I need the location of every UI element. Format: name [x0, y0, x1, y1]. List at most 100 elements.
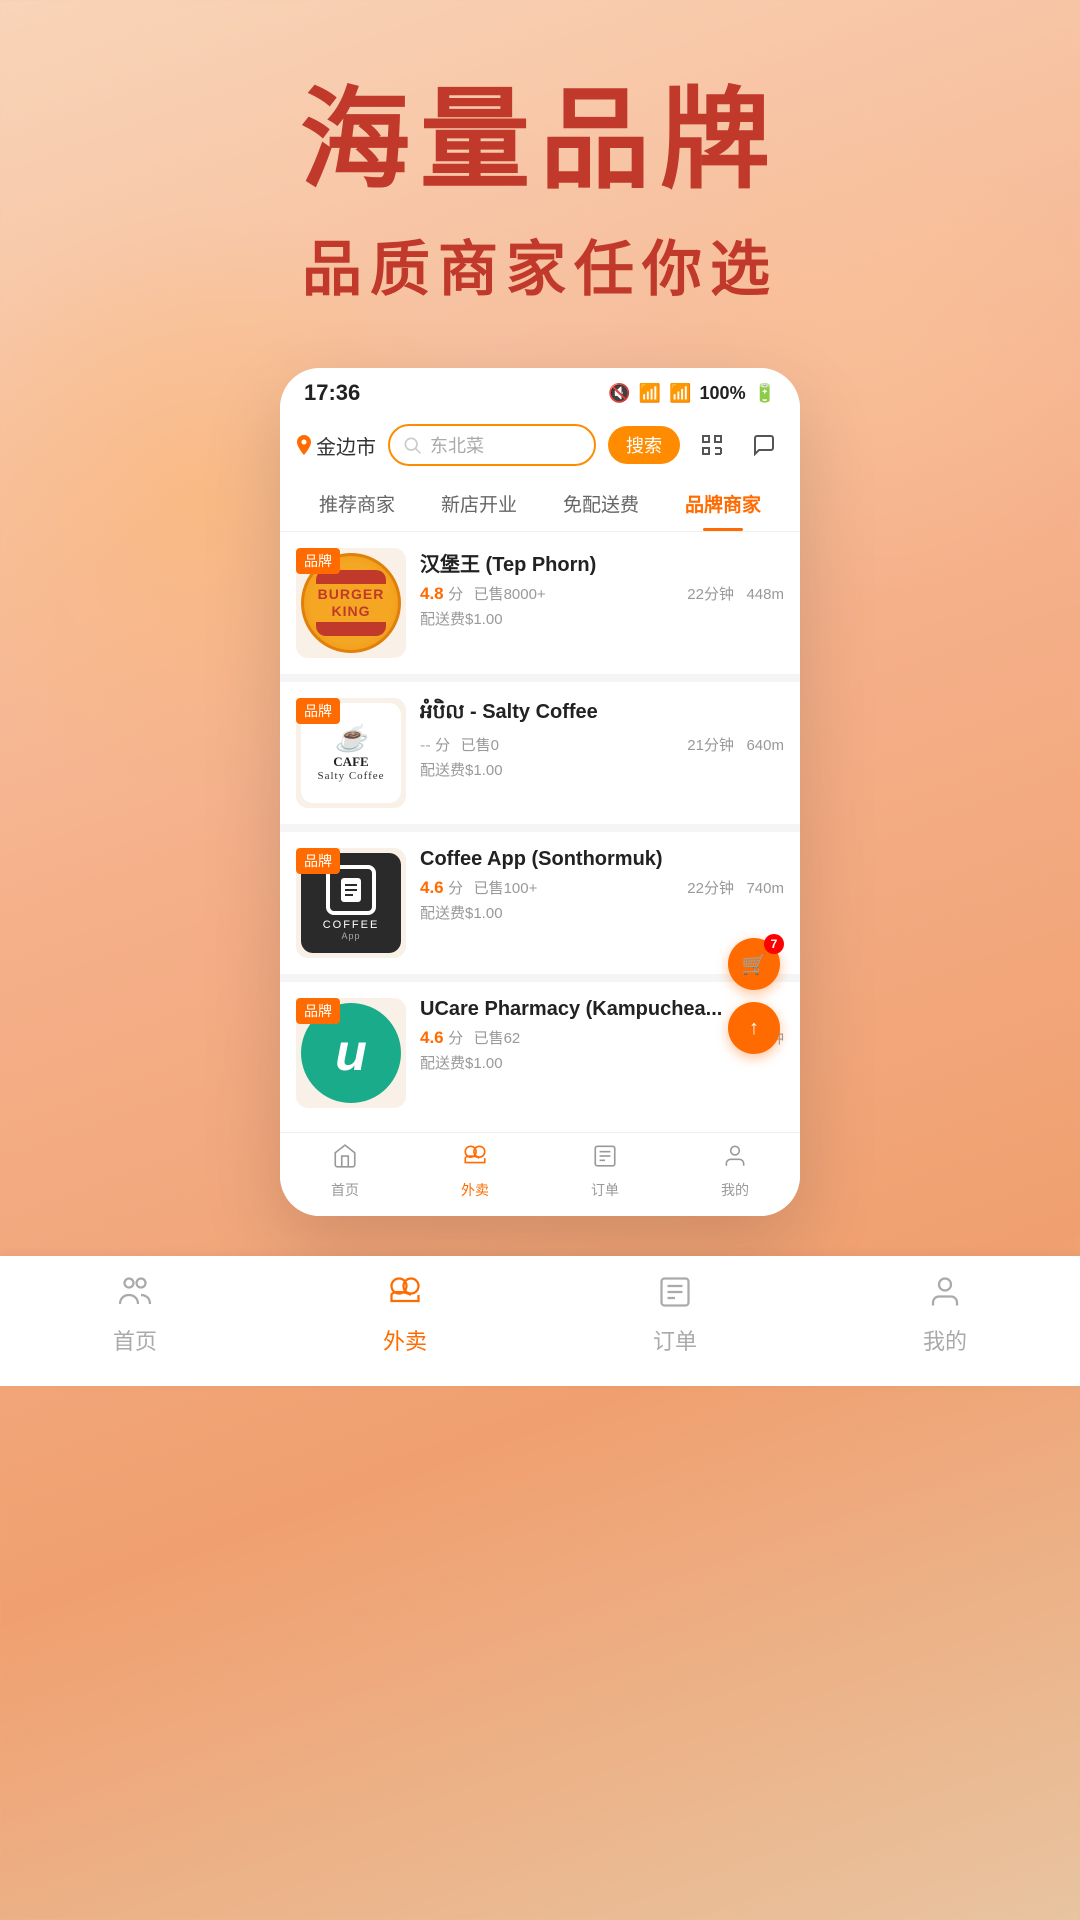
- store-rating-unit-2: 分: [448, 880, 463, 897]
- header-actions: [692, 425, 784, 465]
- page-nav-label-home: 首页: [113, 1324, 157, 1356]
- store-list: 品牌 BURGER KING 汉堡王 (Tep Phorn): [280, 532, 800, 1124]
- store-rating-3: 4.6: [420, 1028, 444, 1047]
- page-food-icon: [387, 1274, 423, 1318]
- page-home-icon: [117, 1274, 153, 1318]
- page-nav-label-food: 外卖: [383, 1324, 427, 1356]
- store-name-1: អំបិល - Salty Coffee: [420, 698, 784, 728]
- store-logo-wrap-1: 品牌 ☕ CAFE Salty Coffee: [296, 698, 406, 808]
- search-icon: [402, 435, 422, 455]
- category-tabs: 推荐商家 新店开业 免配送费 品牌商家: [280, 476, 800, 532]
- cart-badge: 7: [764, 934, 784, 954]
- hero-title: 海量品牌: [0, 80, 1080, 201]
- store-delivery-3: 配送费$1.00: [420, 1052, 784, 1073]
- battery-text: 100%: [700, 383, 746, 404]
- store-card-burger-king[interactable]: 品牌 BURGER KING 汉堡王 (Tep Phorn): [280, 532, 800, 674]
- location-pin-icon: [296, 435, 312, 455]
- store-delivery-1: 配送费$1.00: [420, 759, 784, 780]
- nav-label-profile: 我的: [721, 1180, 749, 1200]
- page-nav-home[interactable]: 首页: [113, 1274, 157, 1356]
- store-info-2: Coffee App (Sonthormuk) 4.6 分 已售100+ 22分…: [420, 848, 784, 923]
- store-rating-unit-0: 分: [448, 586, 463, 603]
- nav-item-order[interactable]: 订单: [540, 1143, 670, 1200]
- page-order-icon: [657, 1274, 693, 1318]
- store-logo-wrap-2: 品牌 COFFEE App: [296, 848, 406, 958]
- scroll-top-button[interactable]: ↑: [728, 1002, 780, 1054]
- arrow-up-icon: ↑: [749, 1017, 759, 1040]
- nav-label-order: 订单: [591, 1180, 619, 1200]
- status-icons: 🔇 📶 📶 100% 🔋: [608, 383, 776, 404]
- page-nav-label-order: 订单: [653, 1324, 697, 1356]
- store-meta-row-0: 4.8 分 已售8000+ 22分钟 448m: [420, 583, 784, 604]
- nav-item-home[interactable]: 首页: [280, 1143, 410, 1200]
- city-label: 金边市: [316, 431, 376, 460]
- tab-recommended[interactable]: 推荐商家: [296, 476, 418, 531]
- brand-badge-0: 品牌: [296, 548, 340, 574]
- store-card-coffee-app[interactable]: 品牌 COFFEE App: [280, 832, 800, 974]
- signal-icon: 📶: [669, 383, 691, 404]
- store-time-dist-0: 22分钟 448m: [687, 583, 784, 604]
- page-nav-profile[interactable]: 我的: [923, 1274, 967, 1356]
- scan-button[interactable]: [692, 425, 732, 465]
- store-meta-row-2: 4.6 分 已售100+ 22分钟 740m: [420, 877, 784, 898]
- hero-section: 海量品牌 品质商家任你选: [0, 0, 1080, 368]
- store-info-1: អំបិល - Salty Coffee -- 分 已售0 21分钟 640m …: [420, 698, 784, 780]
- store-logo-wrap: 品牌 BURGER KING: [296, 548, 406, 658]
- store-rating-0: 4.8: [420, 584, 444, 603]
- store-meta-row-1: -- 分 已售0 21分钟 640m: [420, 734, 784, 755]
- hero-subtitle: 品质商家任你选: [0, 221, 1080, 308]
- page-profile-icon: [927, 1274, 963, 1318]
- phone-mockup: 17:36 🔇 📶 📶 100% 🔋 金边市 东北菜 搜索: [280, 368, 800, 1216]
- brand-badge-3: 品牌: [296, 998, 340, 1024]
- store-card-ucare[interactable]: 品牌 u UCare Pharmacy (Kampuchea... 4.6 分 …: [280, 982, 800, 1124]
- profile-icon: [722, 1143, 748, 1176]
- store-delivery-0: 配送费$1.00: [420, 608, 784, 629]
- page-nav-food[interactable]: 外卖: [383, 1274, 427, 1356]
- search-area: 金边市 东北菜 搜索: [280, 414, 800, 476]
- brand-badge-1: 品牌: [296, 698, 340, 724]
- search-button[interactable]: 搜索: [608, 426, 680, 464]
- store-rating-unit-3: 分: [448, 1030, 463, 1047]
- store-sales-2: 已售100+: [474, 880, 538, 897]
- message-button[interactable]: [744, 425, 784, 465]
- battery-icon: 🔋: [754, 383, 776, 404]
- cart-fab-button[interactable]: 🛒 7: [728, 938, 780, 990]
- store-sales-0: 已售8000+: [474, 586, 546, 603]
- food-delivery-icon: [462, 1143, 488, 1176]
- home-icon: [332, 1143, 358, 1176]
- cart-icon: 🛒: [742, 952, 767, 977]
- store-name-2: Coffee App (Sonthormuk): [420, 848, 784, 871]
- page-nav-order[interactable]: 订单: [653, 1274, 697, 1356]
- bottom-navigation: 首页 外卖 订单: [280, 1132, 800, 1216]
- store-card-salty-coffee[interactable]: 品牌 ☕ CAFE Salty Coffee អំបិល - Salty Cof…: [280, 682, 800, 824]
- status-bar: 17:36 🔇 📶 📶 100% 🔋: [280, 368, 800, 414]
- store-name-0: 汉堡王 (Tep Phorn): [420, 548, 784, 577]
- search-placeholder: 东北菜: [430, 432, 582, 458]
- page-nav-label-profile: 我的: [923, 1324, 967, 1356]
- brand-badge-2: 品牌: [296, 848, 340, 874]
- page-bottom-bar: 首页 外卖 订单 我的: [0, 1256, 1080, 1386]
- nav-item-profile[interactable]: 我的: [670, 1143, 800, 1200]
- store-delivery-2: 配送费$1.00: [420, 902, 784, 923]
- store-logo-wrap-3: 品牌 u: [296, 998, 406, 1108]
- store-rating-unit-1: 分: [435, 737, 450, 754]
- order-icon: [592, 1143, 618, 1176]
- nav-label-food: 外卖: [461, 1180, 489, 1200]
- tab-new-store[interactable]: 新店开业: [418, 476, 540, 531]
- store-sales-3: 已售62: [474, 1030, 521, 1047]
- mute-icon: 🔇: [608, 383, 630, 404]
- store-sales-1: 已售0: [461, 737, 499, 754]
- tab-brand-merchants[interactable]: 品牌商家: [662, 476, 784, 531]
- search-bar[interactable]: 东北菜: [388, 424, 596, 466]
- store-time-dist-1: 21分钟 640m: [687, 734, 784, 755]
- store-info-0: 汉堡王 (Tep Phorn) 4.8 分 已售8000+ 22分钟 448m …: [420, 548, 784, 629]
- nav-item-food[interactable]: 外卖: [410, 1143, 540, 1200]
- tab-free-delivery[interactable]: 免配送费: [540, 476, 662, 531]
- status-time: 17:36: [304, 380, 360, 406]
- fab-container: 🛒 7 ↑: [728, 938, 780, 1054]
- wifi-icon: 📶: [639, 383, 661, 404]
- store-rating-2: 4.6: [420, 878, 444, 897]
- store-time-dist-2: 22分钟 740m: [687, 877, 784, 898]
- nav-label-home: 首页: [331, 1180, 359, 1200]
- location-button[interactable]: 金边市: [296, 431, 376, 460]
